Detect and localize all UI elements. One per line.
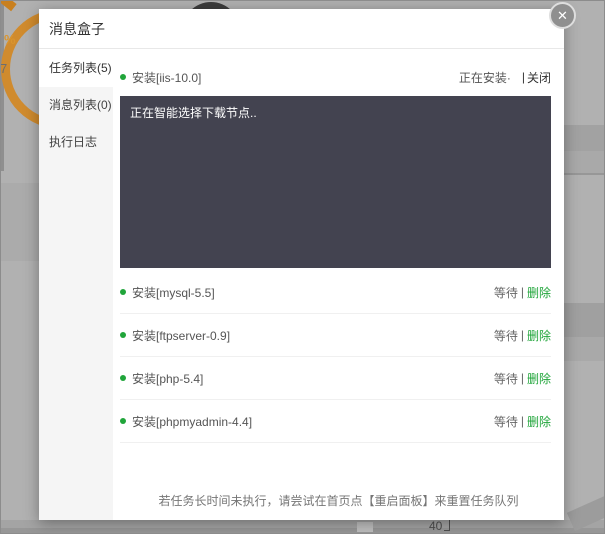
chart-axis-corner bbox=[444, 519, 450, 531]
dashboard-bottom-strip bbox=[1, 528, 604, 533]
delete-task-link[interactable]: 删除 bbox=[527, 370, 551, 387]
task-name: 安装[mysql-5.5] bbox=[132, 285, 215, 300]
task-status: 等待 bbox=[493, 285, 518, 300]
task-status: 等待 bbox=[493, 371, 518, 386]
modal-sidebar: 任务列表(5) 消息列表(0) 执行日志 bbox=[39, 50, 113, 520]
task-status: 正在安装· bbox=[458, 70, 511, 85]
separator: | bbox=[520, 414, 524, 428]
task-status-dot-icon bbox=[120, 74, 126, 80]
close-button[interactable]: ✕ bbox=[549, 2, 576, 29]
task-status: 等待 bbox=[493, 328, 518, 343]
dashboard-band bbox=[1, 183, 39, 261]
task-status: 等待 bbox=[493, 414, 518, 429]
separator: | bbox=[521, 70, 525, 84]
dashboard-band bbox=[564, 151, 604, 173]
message-box-modal: 消息盒子 任务列表(5) 消息列表(0) 执行日志 安装[iis-10.0] 正… bbox=[39, 9, 564, 520]
modal-header: 消息盒子 bbox=[39, 9, 564, 49]
delete-task-link[interactable]: 删除 bbox=[527, 327, 551, 344]
sidebar-item-message-list[interactable]: 消息列表(0) bbox=[39, 87, 113, 124]
delete-task-link[interactable]: 删除 bbox=[527, 284, 551, 301]
console-log-line: 正在智能选择下载节点.. bbox=[130, 106, 257, 120]
dashboard-band bbox=[564, 303, 604, 337]
separator: | bbox=[520, 328, 524, 342]
separator: | bbox=[520, 371, 524, 385]
task-status-dot-icon bbox=[120, 332, 126, 338]
install-console-output: 正在智能选择下载节点.. bbox=[120, 96, 551, 268]
active-task-row: 安装[iis-10.0] 正在安装· | 关闭 bbox=[120, 59, 551, 95]
gauge-value-fragment: 7 bbox=[0, 61, 8, 76]
task-queue-hint: 若任务长时间未执行，请尝试在首页点【重启面板】来重置任务队列 bbox=[158, 494, 519, 508]
task-name: 安装[php-5.4] bbox=[132, 371, 204, 386]
task-row: 安装[ftpserver-0.9] 等待 | 删除 bbox=[120, 314, 551, 357]
gauge-percent-label: % bbox=[4, 32, 16, 47]
task-name: 安装[phpmyadmin-4.4] bbox=[132, 414, 253, 429]
sidebar-item-execution-log[interactable]: 执行日志 bbox=[39, 124, 113, 161]
dashboard-divider bbox=[564, 173, 604, 175]
task-list-panel: 安装[iis-10.0] 正在安装· | 关闭 正在智能选择下载节点.. 安装[… bbox=[113, 50, 564, 520]
task-status-dot-icon bbox=[120, 418, 126, 424]
task-row: 安装[phpmyadmin-4.4] 等待 | 删除 bbox=[120, 400, 551, 443]
task-row: 安装[mysql-5.5] 等待 | 删除 bbox=[120, 271, 551, 314]
task-row: 安装[php-5.4] 等待 | 删除 bbox=[120, 357, 551, 400]
close-task-link[interactable]: 关闭 bbox=[527, 69, 551, 86]
task-name: 安装[ftpserver-0.9] bbox=[132, 328, 231, 343]
dashboard-band bbox=[564, 337, 604, 361]
task-status-dot-icon bbox=[120, 375, 126, 381]
task-name: 安装[iis-10.0] bbox=[132, 70, 202, 85]
pending-task-list: 安装[mysql-5.5] 等待 | 删除 安装[ftpserver-0.9] … bbox=[113, 271, 564, 443]
screenshot-root: % 7 40 消息盒子 任务列表(5) 消息列表(0) 执行日志 安装[iis-… bbox=[0, 0, 605, 534]
separator: | bbox=[520, 285, 524, 299]
task-status-dot-icon bbox=[120, 289, 126, 295]
sidebar-item-task-list[interactable]: 任务列表(5) bbox=[39, 50, 113, 87]
close-icon: ✕ bbox=[557, 7, 568, 23]
delete-task-link[interactable]: 删除 bbox=[527, 413, 551, 430]
modal-title: 消息盒子 bbox=[49, 21, 105, 37]
dashboard-chart-fragment bbox=[357, 522, 373, 532]
dashboard-band bbox=[564, 125, 604, 151]
chart-axis-tick-label: 40 bbox=[429, 519, 443, 533]
